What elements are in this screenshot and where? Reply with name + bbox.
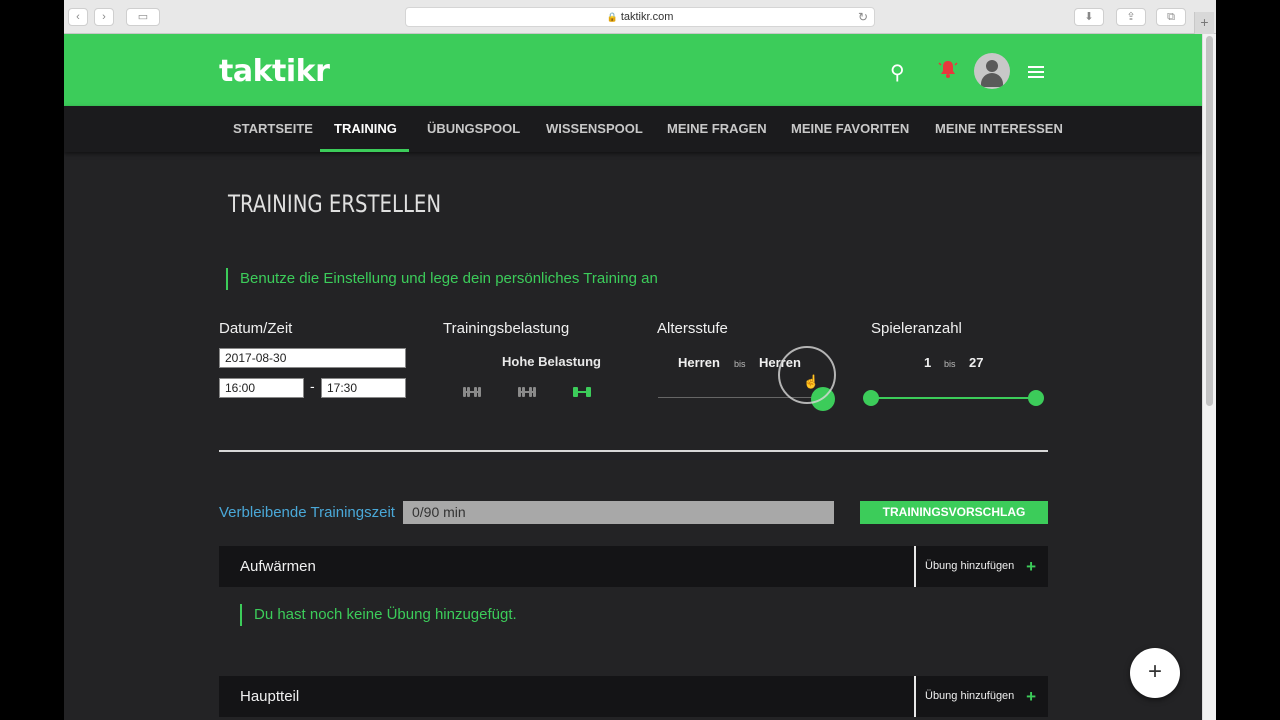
datetime-label: Datum/Zeit: [219, 320, 293, 337]
date-input[interactable]: [219, 348, 406, 368]
players-slider-track[interactable]: [871, 397, 1036, 399]
url-text: taktikr.com: [620, 11, 674, 23]
dumbbell-medium-icon[interactable]: [516, 386, 538, 398]
section-hauptteil: Hauptteil Übung hinzufügen +: [219, 676, 1048, 717]
training-suggestion-button[interactable]: TRAININGSVORSCHLAG: [860, 501, 1048, 524]
add-exercise-label: Übung hinzufügen: [925, 560, 1015, 572]
avatar-head-icon: [986, 60, 998, 72]
menu-icon[interactable]: [1028, 63, 1044, 81]
avatar-body-icon: [981, 73, 1003, 87]
time-to-input[interactable]: [321, 378, 406, 398]
empty-exercises-text: Du hast noch keine Übung hinzugefügt.: [240, 604, 517, 626]
plus-icon: +: [1026, 687, 1036, 706]
section-title: Hauptteil: [240, 688, 300, 705]
hand-cursor-icon: ☝: [803, 374, 820, 389]
dumbbell-high-icon[interactable]: [571, 386, 593, 398]
browser-toolbar: ‹ › ▭ 🔒 taktikr.com ↻ ⬇ ⇪ ⧉ +: [64, 0, 1216, 34]
players-slider-min-handle[interactable]: [863, 390, 879, 406]
back-button[interactable]: ‹: [68, 8, 88, 26]
add-exercise-label: Übung hinzufügen: [925, 690, 1015, 702]
section-title: Aufwärmen: [240, 558, 316, 575]
players-bis: bis: [944, 359, 956, 369]
add-exercise-button[interactable]: Übung hinzufügen +: [914, 546, 1048, 587]
nav-active-indicator: [320, 149, 409, 152]
sidebar-toggle-icon[interactable]: ▭: [126, 8, 160, 26]
nav-wissenspool[interactable]: WISSENSPOOL: [546, 106, 643, 152]
new-tab-button[interactable]: +: [1194, 12, 1214, 34]
page-title: TRAINING ERSTELLEN: [228, 190, 442, 218]
age-bis: bis: [734, 359, 746, 369]
main-nav: STARTSEITE TRAINING ÜBUNGSPOOL WISSENSPO…: [64, 106, 1202, 152]
age-label: Altersstufe: [657, 320, 728, 337]
nav-uebungspool[interactable]: ÜBUNGSPOOL: [427, 106, 520, 152]
plus-icon: +: [1026, 557, 1036, 576]
hint-text: Benutze die Einstellung und lege dein pe…: [226, 268, 658, 290]
nav-training[interactable]: TRAINING: [334, 106, 397, 152]
remaining-time-bar: 0/90 min: [403, 501, 834, 524]
age-from-value: Herren: [678, 355, 720, 370]
floating-add-button[interactable]: +: [1130, 648, 1180, 698]
reload-icon[interactable]: ↻: [858, 8, 868, 26]
players-from-value: 1: [924, 355, 932, 370]
forward-button[interactable]: ›: [94, 8, 114, 26]
logo[interactable]: taktikr: [219, 54, 330, 89]
add-exercise-button[interactable]: Übung hinzufügen +: [914, 676, 1048, 717]
share-icon[interactable]: ⇪: [1116, 8, 1146, 26]
nav-startseite[interactable]: STARTSEITE: [233, 106, 313, 152]
players-to-value: 27: [969, 355, 984, 370]
bell-icon[interactable]: [938, 59, 958, 79]
players-label: Spieleranzahl: [871, 320, 962, 337]
dumbbell-low-icon[interactable]: [461, 386, 483, 398]
top-bar: taktikr ⚲: [64, 34, 1202, 106]
nav-meine-fragen[interactable]: MEINE FRAGEN: [667, 106, 767, 152]
scrollbar-thumb[interactable]: [1206, 36, 1213, 406]
download-icon[interactable]: ⬇: [1074, 8, 1104, 26]
load-value: Hohe Belastung: [502, 354, 601, 369]
load-label: Trainingsbelastung: [443, 320, 570, 337]
divider: [219, 450, 1048, 452]
players-slider-max-handle[interactable]: [1028, 390, 1044, 406]
time-from-input[interactable]: [219, 378, 304, 398]
section-aufwaermen: Aufwärmen Übung hinzufügen +: [219, 546, 1048, 587]
nav-meine-interessen[interactable]: MEINE INTERESSEN: [935, 106, 1063, 152]
page: taktikr ⚲ STARTSEITE TRAINING ÜBUNGSPOOL…: [64, 34, 1202, 720]
avatar[interactable]: [974, 53, 1010, 89]
remaining-time-label: Verbleibende Trainingszeit: [219, 504, 395, 521]
tabs-overview-icon[interactable]: ⧉: [1156, 8, 1186, 26]
nav-meine-favoriten[interactable]: MEINE FAVORITEN: [791, 106, 909, 152]
address-bar[interactable]: 🔒 taktikr.com ↻: [405, 7, 875, 27]
lock-icon: 🔒: [606, 12, 618, 22]
time-separator: -: [310, 378, 315, 394]
search-icon[interactable]: ⚲: [890, 60, 905, 85]
